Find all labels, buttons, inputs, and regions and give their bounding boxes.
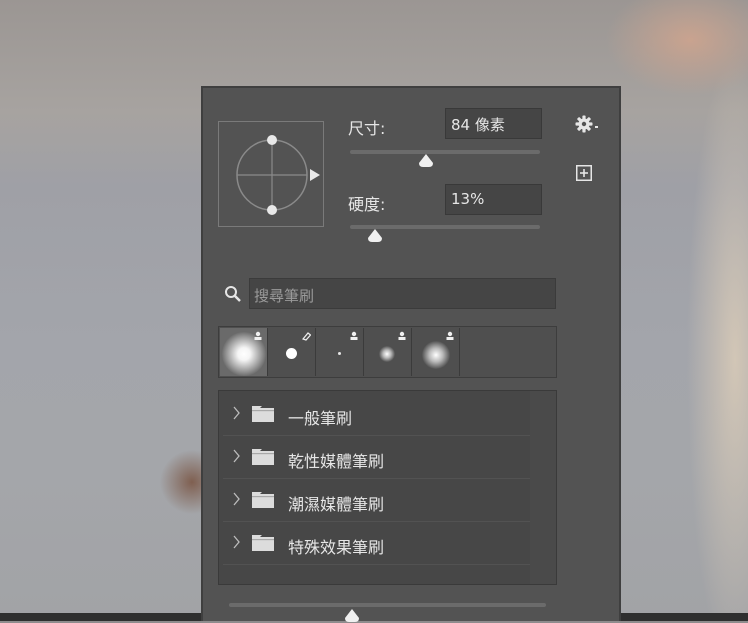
- hardness-field[interactable]: 13%: [445, 184, 542, 215]
- size-label: 尺寸:: [348, 119, 386, 138]
- chevron-right-icon[interactable]: [233, 449, 241, 463]
- recent-brush-tip[interactable]: [412, 328, 460, 376]
- add-preset-icon[interactable]: [576, 165, 592, 181]
- brush-type-icon: [398, 331, 406, 340]
- search-icon: [225, 286, 241, 302]
- folder-row[interactable]: 特殊效果筆刷: [223, 523, 530, 565]
- folder-row[interactable]: 乾性媒體筆刷: [223, 437, 530, 479]
- size-slider-thumb[interactable]: [418, 154, 434, 168]
- chevron-right-icon[interactable]: [233, 492, 241, 506]
- brush-preset-picker: 尺寸: 84 像素 硬度: 13% 搜尋筆刷 一般筆刷 乾性媒體筆刷 潮濕媒體筆…: [201, 86, 621, 622]
- folder-row[interactable]: 潮濕媒體筆刷: [223, 480, 530, 522]
- folder-name: 潮濕媒體筆刷: [288, 495, 385, 514]
- folder-name: 乾性媒體筆刷: [288, 452, 385, 471]
- scrollbar[interactable]: [530, 391, 556, 584]
- hardness-slider-thumb[interactable]: [367, 229, 383, 243]
- brush-type-icon: [446, 331, 454, 340]
- brush-type-icon: [350, 331, 358, 340]
- size-field[interactable]: 84 像素: [445, 108, 542, 139]
- brush-angle-widget-icon[interactable]: [219, 122, 323, 226]
- hardness-label: 硬度:: [348, 195, 386, 214]
- size-slider-track[interactable]: [350, 150, 540, 154]
- brush-tip-preview[interactable]: [218, 121, 324, 227]
- gear-icon[interactable]: [574, 114, 602, 134]
- recent-brush-tip[interactable]: [220, 328, 268, 376]
- recent-brush-tip[interactable]: [364, 328, 412, 376]
- chevron-right-icon[interactable]: [233, 406, 241, 420]
- eraser-icon: [301, 332, 311, 341]
- folder-name: 一般筆刷: [288, 409, 353, 428]
- recent-brush-tip[interactable]: [268, 328, 316, 376]
- panel-size-slider-track[interactable]: [229, 603, 546, 607]
- recent-brushes-row: [218, 326, 557, 378]
- folder-row[interactable]: 一般筆刷: [223, 394, 530, 436]
- chevron-right-icon[interactable]: [233, 535, 241, 549]
- folder-icon: [252, 406, 274, 422]
- brush-folder-list: 一般筆刷 乾性媒體筆刷 潮濕媒體筆刷 特殊效果筆刷: [218, 390, 557, 585]
- folder-icon: [252, 449, 274, 465]
- brush-search-input[interactable]: 搜尋筆刷: [249, 278, 556, 309]
- folder-icon: [252, 492, 274, 508]
- folder-name: 特殊效果筆刷: [288, 538, 385, 557]
- brush-type-icon: [254, 331, 262, 340]
- folder-icon: [252, 535, 274, 551]
- recent-brush-tip[interactable]: [316, 328, 364, 376]
